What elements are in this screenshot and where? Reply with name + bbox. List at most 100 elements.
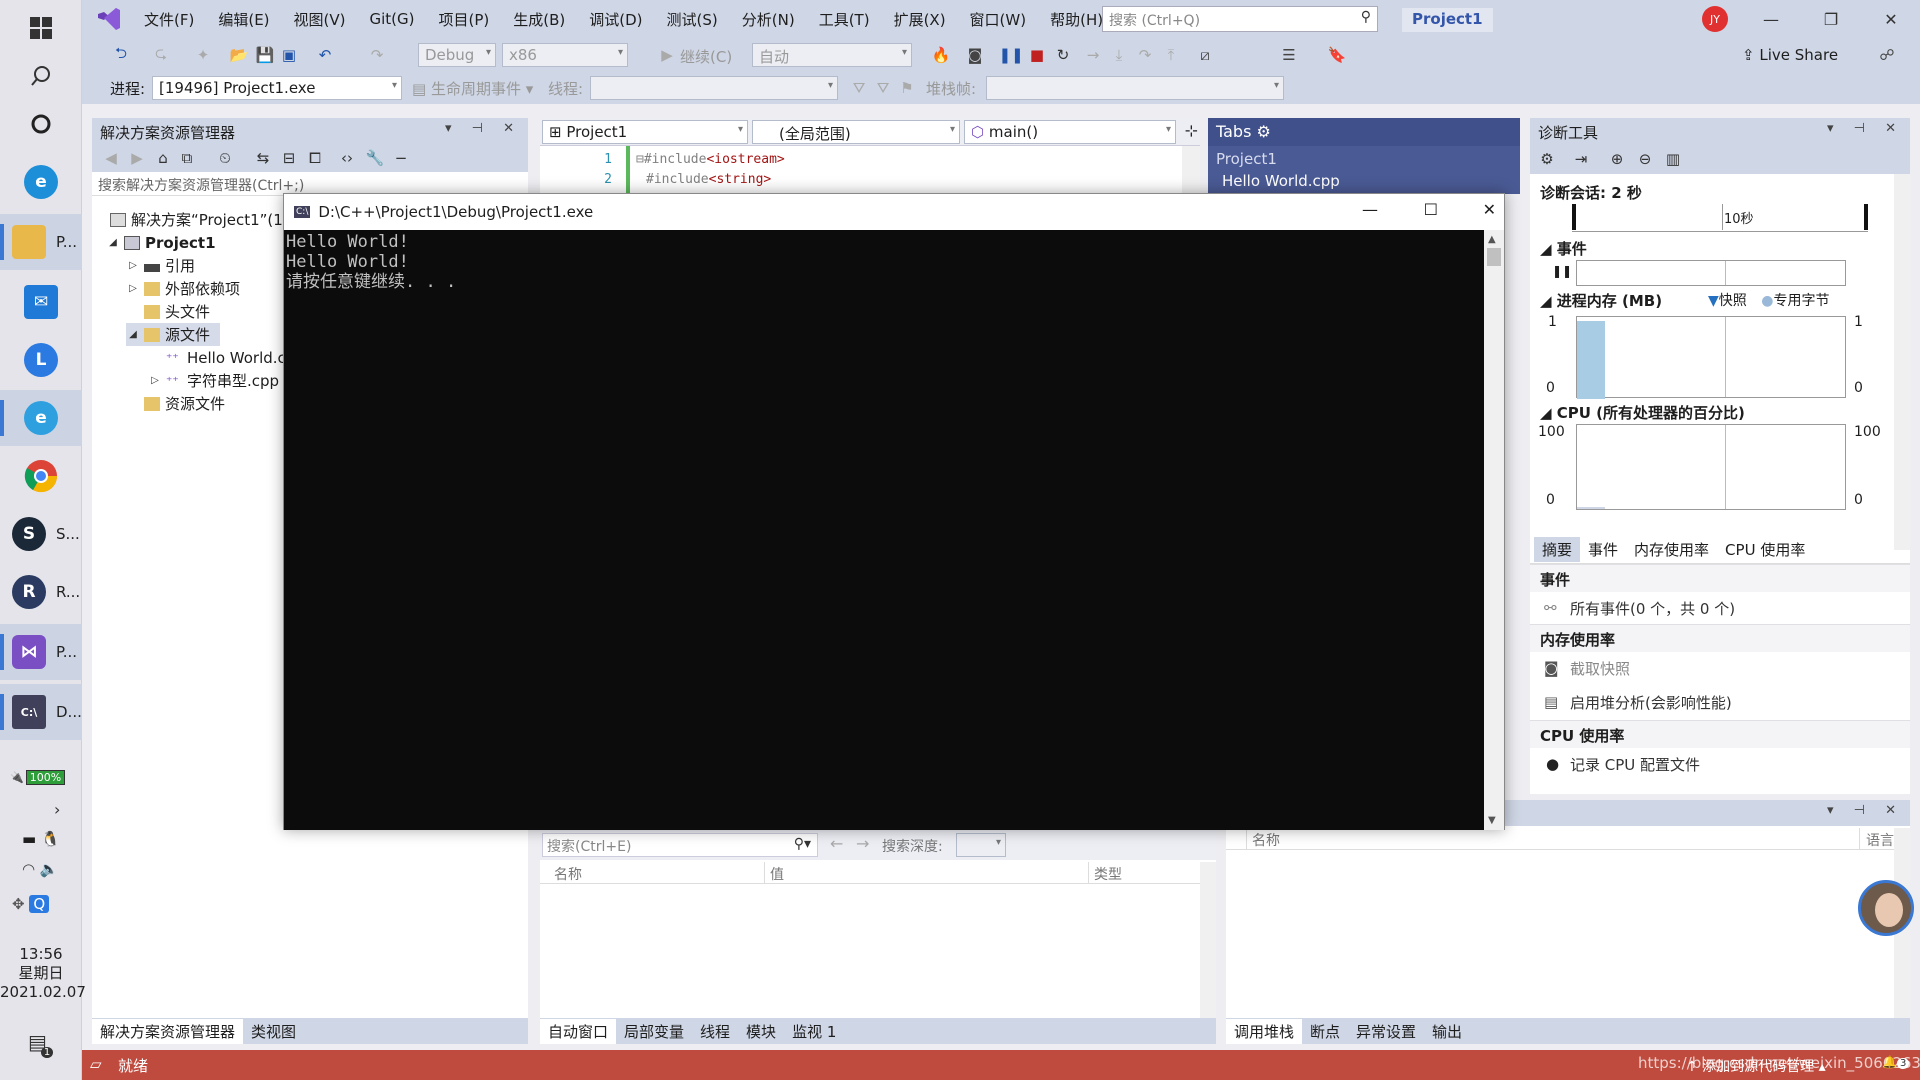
lifecycle-events-button[interactable]: ▤ 生命周期事件 ▾ bbox=[412, 78, 533, 99]
column-name[interactable]: 名称 bbox=[554, 864, 582, 884]
expanded-arrow-icon[interactable]: ◢ bbox=[126, 329, 140, 340]
tab-locals[interactable]: 局部变量 bbox=[616, 1019, 692, 1044]
hot-reload-icon[interactable]: 🔥 bbox=[930, 44, 952, 66]
step-over-icon[interactable]: ↷ bbox=[1134, 44, 1156, 66]
console-maximize-button[interactable]: ☐ bbox=[1424, 200, 1438, 219]
scroll-down-icon[interactable]: ▼ bbox=[1488, 815, 1496, 826]
cpu-chart[interactable] bbox=[1576, 424, 1846, 510]
action-center-icon[interactable]: ▤1 bbox=[28, 1030, 59, 1058]
taskbar-app-r[interactable]: R R... bbox=[0, 564, 82, 620]
menu-analyze[interactable]: 分析(N) bbox=[730, 9, 807, 30]
column-type[interactable]: 类型 bbox=[1094, 864, 1122, 884]
tab-cpu-usage[interactable]: CPU 使用率 bbox=[1717, 537, 1813, 562]
tab-modules[interactable]: 模块 bbox=[738, 1019, 784, 1044]
menu-file[interactable]: 文件(F) bbox=[132, 9, 206, 30]
tree-item-references[interactable]: ▷ 引用 bbox=[126, 254, 195, 277]
bookmark-icon[interactable]: 🔖 bbox=[1326, 44, 1348, 66]
console-output[interactable]: Hello World! Hello World! 请按任意键继续. . . bbox=[284, 230, 1484, 830]
tab-output[interactable]: 输出 bbox=[1424, 1019, 1470, 1044]
save-all-icon[interactable]: ▣ bbox=[278, 44, 300, 66]
back-icon[interactable]: ◀ bbox=[100, 147, 122, 169]
cpu-section-header[interactable]: ◢ CPU (所有处理器的百分比) bbox=[1540, 402, 1745, 423]
restore-button[interactable]: ❐ bbox=[1802, 0, 1860, 38]
settings-icon[interactable]: ⚙ bbox=[1536, 148, 1558, 170]
breakpoint-toggle-icon[interactable]: ⧄ bbox=[1194, 44, 1216, 66]
zoom-in-icon[interactable]: ⊕ bbox=[1606, 148, 1628, 170]
tab-autos[interactable]: 自动窗口 bbox=[540, 1018, 617, 1044]
column-name[interactable]: 名称 bbox=[1252, 830, 1280, 850]
tray-icons-row1[interactable]: ▬ 🐧 bbox=[22, 830, 60, 848]
all-events-row[interactable]: ⚯ 所有事件(0 个，共 0 个) bbox=[1530, 592, 1910, 624]
avatar[interactable]: JY bbox=[1702, 6, 1728, 32]
menu-edit[interactable]: 编辑(E) bbox=[206, 9, 281, 30]
record-cpu-row[interactable]: ● 记录 CPU 配置文件 bbox=[1530, 748, 1910, 780]
stop-icon[interactable]: ■ bbox=[1026, 44, 1048, 66]
scope-combo[interactable]: (全局范围) ▾ bbox=[752, 120, 960, 144]
continue-icon[interactable]: ▶ bbox=[656, 44, 678, 66]
taskbar-app-mail[interactable]: ✉ bbox=[0, 274, 82, 330]
screenshot-icon[interactable]: ◙ bbox=[964, 44, 986, 66]
q-app-icon[interactable]: Q bbox=[29, 895, 50, 913]
console-close-button[interactable]: ✕ bbox=[1483, 200, 1496, 219]
properties-icon[interactable]: 🔧 bbox=[364, 147, 386, 169]
flag-icon[interactable]: ⚑ bbox=[896, 77, 918, 99]
scroll-thumb[interactable] bbox=[1487, 248, 1501, 266]
preview-icon[interactable]: − bbox=[390, 147, 412, 169]
enable-heap-row[interactable]: ▤ 启用堆分析(会影响性能) bbox=[1530, 686, 1910, 718]
tree-item-header-files[interactable]: 头文件 bbox=[140, 300, 210, 323]
export-icon[interactable]: ⇥ bbox=[1570, 148, 1592, 170]
step-out-icon[interactable]: ⤒ bbox=[1160, 44, 1182, 66]
save-icon[interactable]: 💾 bbox=[254, 44, 276, 66]
show-next-statement-icon[interactable]: → bbox=[1082, 44, 1104, 66]
pause-icon[interactable]: ❚❚ bbox=[1552, 264, 1572, 278]
step-into-icon[interactable]: ⤓ bbox=[1108, 44, 1130, 66]
function-combo[interactable]: ⬡ main() ▾ bbox=[964, 120, 1176, 144]
search-previous-icon[interactable]: ← bbox=[830, 834, 843, 853]
live-share-button[interactable]: ⇪ Live Share bbox=[1742, 46, 1838, 64]
menu-view[interactable]: 视图(V) bbox=[282, 9, 358, 30]
menu-project[interactable]: 项目(P) bbox=[427, 9, 502, 30]
menu-test[interactable]: 测试(S) bbox=[655, 9, 730, 30]
auto-dropdown[interactable]: 自动 ▾ bbox=[752, 43, 912, 67]
search-next-icon[interactable]: → bbox=[856, 834, 869, 853]
show-all-files-icon[interactable]: ⧠ bbox=[304, 147, 326, 169]
taskbar-app-console[interactable]: C:\ D... bbox=[0, 684, 82, 740]
take-snapshot-row[interactable]: ◙ 截取快照 bbox=[1530, 652, 1910, 684]
clock[interactable]: 13:56 星期日 2021.02.07 bbox=[0, 945, 86, 1002]
tree-item-string-cpp[interactable]: ▷ ⁺⁺ 字符串型.cpp bbox=[148, 369, 279, 392]
tree-item-source-files[interactable]: ◢ 源文件 bbox=[126, 323, 221, 346]
forward-icon[interactable]: ▶ bbox=[126, 147, 148, 169]
memory-chart[interactable] bbox=[1576, 316, 1846, 399]
process-dropdown[interactable]: [19496] Project1.exe ▾ bbox=[152, 76, 402, 100]
restart-icon[interactable]: ↻ bbox=[1052, 44, 1074, 66]
events-section-header[interactable]: ◢ 事件 bbox=[1540, 238, 1587, 259]
source-control-button[interactable]: ↑ 添加到源代码管理 ▴ bbox=[1686, 1056, 1826, 1076]
menu-debug[interactable]: 调试(D) bbox=[577, 9, 654, 30]
tab-threads[interactable]: 线程 bbox=[692, 1019, 738, 1044]
back-icon[interactable]: ⮌ bbox=[110, 44, 132, 66]
collapsed-arrow-icon[interactable]: ▷ bbox=[148, 375, 162, 386]
taskbar-app-steam[interactable]: S S... bbox=[0, 506, 82, 562]
floating-avatar[interactable] bbox=[1858, 880, 1914, 936]
split-editor-icon[interactable]: ⊹ bbox=[1185, 121, 1198, 140]
collapsed-arrow-icon[interactable]: ▷ bbox=[126, 283, 140, 294]
tree-item-resource-files[interactable]: 资源文件 bbox=[140, 392, 225, 415]
tabs-file-item[interactable]: Hello World.cpp bbox=[1222, 172, 1340, 190]
continue-button[interactable]: 继续(C) bbox=[680, 46, 732, 67]
code-view-icon[interactable]: ‹› bbox=[336, 147, 358, 169]
collapsed-arrow-icon[interactable]: ▷ bbox=[126, 260, 140, 271]
menu-build[interactable]: 生成(B) bbox=[501, 9, 577, 30]
cortana-button[interactable] bbox=[0, 96, 82, 152]
console-title-bar[interactable]: C:\ D:\C++\Project1\Debug\Project1.exe —… bbox=[284, 194, 1504, 230]
filter-icon[interactable]: ⛛ bbox=[848, 77, 870, 99]
panel-controls[interactable]: ▾ ⊣ ✕ bbox=[1827, 121, 1904, 136]
editor-scrollbar[interactable] bbox=[1182, 146, 1200, 194]
stackframe-dropdown[interactable]: ▾ bbox=[986, 76, 1284, 100]
reset-zoom-icon[interactable]: ▥ bbox=[1662, 148, 1684, 170]
menu-window[interactable]: 窗口(W) bbox=[958, 9, 1039, 30]
menu-tools[interactable]: 工具(T) bbox=[807, 9, 882, 30]
open-file-icon[interactable]: 📂 bbox=[228, 44, 250, 66]
menu-git[interactable]: Git(G) bbox=[358, 10, 427, 28]
taskbar-app-chrome[interactable] bbox=[0, 448, 82, 504]
indent-icon[interactable]: ☰ bbox=[1278, 44, 1300, 66]
